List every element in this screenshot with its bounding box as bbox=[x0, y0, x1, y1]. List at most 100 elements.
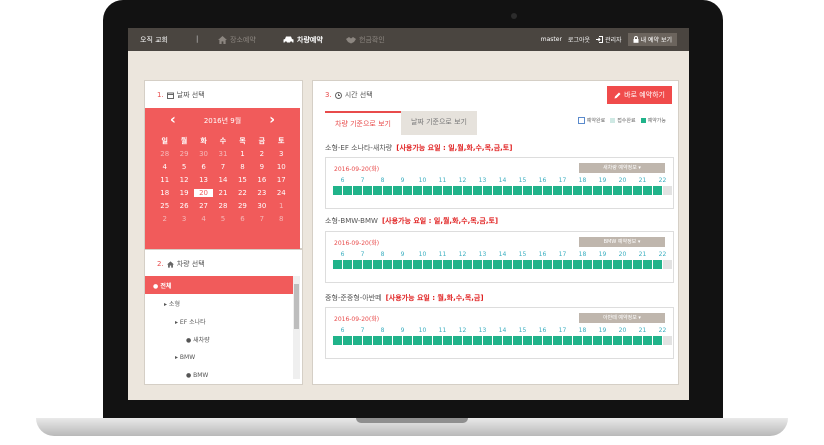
time-cell-available[interactable] bbox=[613, 336, 622, 345]
logout-link[interactable]: 로그아웃 bbox=[568, 35, 590, 44]
time-cell-available[interactable] bbox=[413, 186, 422, 195]
time-cell-available[interactable] bbox=[563, 336, 572, 345]
time-cell-available[interactable] bbox=[623, 260, 632, 269]
time-cell-available[interactable] bbox=[413, 336, 422, 345]
time-cell-available[interactable] bbox=[493, 336, 502, 345]
time-cell-available[interactable] bbox=[593, 186, 602, 195]
brand-name[interactable]: 오직 교회 bbox=[140, 35, 168, 45]
time-cell-available[interactable] bbox=[353, 336, 362, 345]
calendar-next-button[interactable]: › bbox=[269, 112, 275, 128]
time-cell-available[interactable] bbox=[513, 186, 522, 195]
calendar-day[interactable]: 3 bbox=[272, 150, 291, 158]
reservation-info-dropdown[interactable]: 아반떼 예약정보 ▾ bbox=[579, 313, 665, 323]
time-cell-available[interactable] bbox=[493, 260, 502, 269]
time-cell-available[interactable] bbox=[473, 186, 482, 195]
time-cell-available[interactable] bbox=[403, 260, 412, 269]
time-cell-available[interactable] bbox=[453, 186, 462, 195]
time-cell-available[interactable] bbox=[483, 186, 492, 195]
tree-item[interactable]: ● 새차량 bbox=[145, 330, 293, 348]
calendar-day[interactable]: 28 bbox=[155, 150, 174, 158]
time-cell-available[interactable] bbox=[363, 260, 372, 269]
calendar-day[interactable]: 6 bbox=[233, 215, 252, 223]
reservation-info-dropdown[interactable]: BMW 예약정보 ▾ bbox=[579, 237, 665, 247]
time-cell-available[interactable] bbox=[643, 186, 652, 195]
scrollbar-thumb[interactable] bbox=[294, 284, 299, 329]
tree-scrollbar[interactable] bbox=[293, 276, 300, 379]
time-cell-available[interactable] bbox=[383, 260, 392, 269]
time-cell-available[interactable] bbox=[553, 186, 562, 195]
nav-vehicle-reservation[interactable]: 차량예약 bbox=[283, 35, 323, 45]
time-cell-available[interactable] bbox=[413, 260, 422, 269]
time-cell-available[interactable] bbox=[613, 186, 622, 195]
nav-offering-check[interactable]: 헌금확인 bbox=[346, 35, 385, 45]
tab-by-date[interactable]: 날짜 기준으로 보기 bbox=[400, 111, 477, 135]
time-cell-available[interactable] bbox=[373, 336, 382, 345]
time-cell-available[interactable] bbox=[403, 336, 412, 345]
time-cell-available[interactable] bbox=[473, 336, 482, 345]
time-cell-available[interactable] bbox=[583, 336, 592, 345]
time-cell-available[interactable] bbox=[523, 186, 532, 195]
time-cell-available[interactable] bbox=[403, 186, 412, 195]
time-cell-available[interactable] bbox=[563, 260, 572, 269]
calendar-day[interactable]: 27 bbox=[194, 202, 213, 210]
calendar-day[interactable]: 24 bbox=[272, 189, 291, 197]
calendar-day[interactable]: 30 bbox=[252, 202, 271, 210]
time-cell-available[interactable] bbox=[483, 336, 492, 345]
tab-by-vehicle[interactable]: 차량 기준으로 보기 bbox=[325, 111, 401, 135]
time-cell-available[interactable] bbox=[623, 336, 632, 345]
time-cell-available[interactable] bbox=[593, 336, 602, 345]
calendar-day[interactable]: 10 bbox=[272, 163, 291, 171]
reservation-info-dropdown[interactable]: 새차량 예약정보 ▾ bbox=[579, 163, 665, 173]
calendar-day[interactable]: 5 bbox=[174, 163, 193, 171]
time-cell-available[interactable] bbox=[383, 186, 392, 195]
time-cell-available[interactable] bbox=[583, 260, 592, 269]
calendar-day[interactable]: 22 bbox=[233, 189, 252, 197]
calendar-day[interactable]: 25 bbox=[155, 202, 174, 210]
time-cell-available[interactable] bbox=[393, 336, 402, 345]
calendar-day[interactable]: 26 bbox=[174, 202, 193, 210]
reserve-now-button[interactable]: 바로 예약하기 bbox=[607, 86, 672, 104]
time-cell-available[interactable] bbox=[573, 186, 582, 195]
time-cell-available[interactable] bbox=[573, 336, 582, 345]
time-cell-available[interactable] bbox=[383, 336, 392, 345]
time-cell-available[interactable] bbox=[593, 260, 602, 269]
calendar-day[interactable]: 9 bbox=[252, 163, 271, 171]
time-cell-available[interactable] bbox=[603, 186, 612, 195]
time-cell-available[interactable] bbox=[493, 186, 502, 195]
time-cell-available[interactable] bbox=[603, 336, 612, 345]
time-cell-available[interactable] bbox=[423, 336, 432, 345]
time-cell-available[interactable] bbox=[633, 186, 642, 195]
time-cell-available[interactable] bbox=[373, 260, 382, 269]
tree-item[interactable]: ▸ 소형 bbox=[145, 294, 293, 312]
time-cell-available[interactable] bbox=[433, 336, 442, 345]
calendar-day[interactable]: 29 bbox=[233, 202, 252, 210]
calendar-day[interactable]: 4 bbox=[194, 215, 213, 223]
time-cell-available[interactable] bbox=[533, 336, 542, 345]
calendar-day[interactable]: 15 bbox=[233, 176, 252, 184]
admin-link[interactable]: 관리자 bbox=[596, 35, 622, 44]
time-cell-available[interactable] bbox=[393, 260, 402, 269]
time-cell-available[interactable] bbox=[513, 260, 522, 269]
calendar-day[interactable]: 2 bbox=[155, 215, 174, 223]
time-cell-available[interactable] bbox=[363, 336, 372, 345]
calendar-day[interactable]: 13 bbox=[194, 176, 213, 184]
calendar-day[interactable]: 8 bbox=[272, 215, 291, 223]
time-cell-available[interactable] bbox=[393, 186, 402, 195]
time-cell-available[interactable] bbox=[463, 186, 472, 195]
calendar-day[interactable]: 1 bbox=[233, 150, 252, 158]
time-cell-available[interactable] bbox=[333, 186, 342, 195]
time-cell-available[interactable] bbox=[633, 260, 642, 269]
time-cell-available[interactable] bbox=[533, 186, 542, 195]
time-cell-available[interactable] bbox=[653, 186, 662, 195]
calendar-day[interactable]: 11 bbox=[155, 176, 174, 184]
time-cell-available[interactable] bbox=[643, 260, 652, 269]
time-cell-available[interactable] bbox=[653, 336, 662, 345]
time-cell-available[interactable] bbox=[483, 260, 492, 269]
time-cell-available[interactable] bbox=[463, 336, 472, 345]
time-cell-available[interactable] bbox=[553, 260, 562, 269]
time-cell-available[interactable] bbox=[503, 186, 512, 195]
calendar-day[interactable]: 23 bbox=[252, 189, 271, 197]
calendar-day[interactable]: 30 bbox=[194, 150, 213, 158]
calendar-day[interactable]: 7 bbox=[252, 215, 271, 223]
time-cell-available[interactable] bbox=[353, 260, 362, 269]
